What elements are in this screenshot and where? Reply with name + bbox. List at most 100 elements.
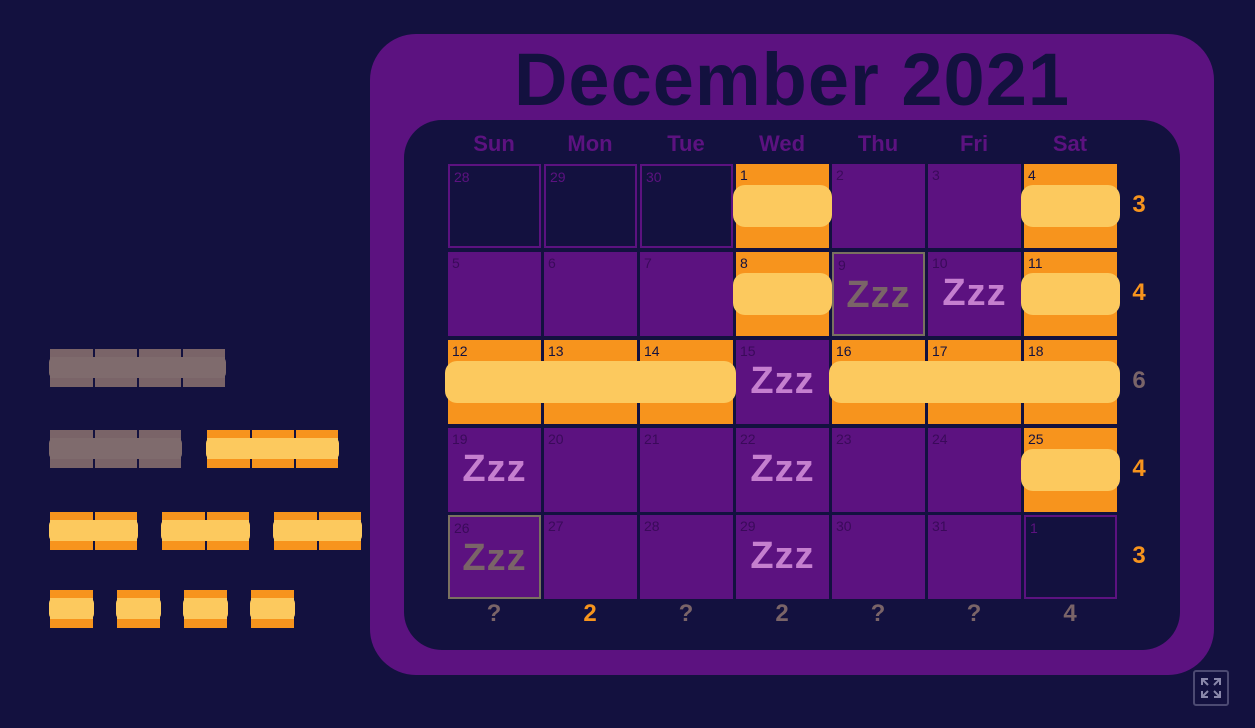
day-number: 24	[932, 431, 948, 447]
day-number: 25	[1028, 431, 1044, 447]
weekday-header-thu: Thu	[857, 131, 899, 156]
day-number: 20	[548, 431, 564, 447]
row-count: 3	[1132, 542, 1146, 569]
day-number: 21	[644, 431, 660, 447]
tray-piece[interactable]	[49, 349, 226, 387]
column-count: 2	[775, 600, 789, 627]
day-cell[interactable]: 22 Zzz	[736, 428, 829, 512]
column-count: ?	[486, 600, 502, 627]
day-cell[interactable]: 2	[832, 164, 925, 248]
day-number: 12	[452, 343, 468, 359]
column-count: 4	[1063, 600, 1077, 627]
day-cell[interactable]: 21	[640, 428, 733, 512]
placed-piece[interactable]	[733, 185, 832, 227]
piece-band	[49, 357, 226, 378]
tray-piece[interactable]	[116, 590, 161, 628]
day-cell[interactable]: 9 Zzz	[832, 252, 925, 336]
day-number: 6	[548, 255, 556, 271]
day-number: 3	[932, 167, 940, 183]
day-number: 29	[740, 518, 756, 534]
day-cell[interactable]: 24	[928, 428, 1021, 512]
tray-piece[interactable]	[250, 590, 295, 628]
day-cell[interactable]: 28	[448, 164, 541, 248]
row-count: 6	[1132, 367, 1146, 394]
day-cell[interactable]: 30	[832, 515, 925, 599]
day-cell[interactable]: 23	[832, 428, 925, 512]
placed-piece[interactable]	[1021, 273, 1120, 315]
placed-piece[interactable]	[733, 273, 832, 315]
day-number: 7	[644, 255, 652, 271]
tray-piece[interactable]	[161, 512, 250, 550]
day-number: 22	[740, 431, 756, 447]
day-cell[interactable]: 28	[640, 515, 733, 599]
day-cell[interactable]: 29 Zzz	[736, 515, 829, 599]
day-number: 8	[740, 255, 748, 271]
day-number: 23	[836, 431, 852, 447]
piece-tray	[0, 0, 370, 728]
day-number: 29	[550, 169, 566, 185]
tray-piece[interactable]	[49, 430, 182, 468]
day-number: 18	[1028, 343, 1044, 359]
weekday-header-sat: Sat	[1052, 131, 1088, 156]
day-number: 11	[1028, 255, 1043, 271]
piece-band	[116, 598, 161, 619]
piece-band	[161, 520, 250, 541]
day-cell[interactable]: 1	[1024, 515, 1117, 599]
day-cell[interactable]: 3	[928, 164, 1021, 248]
day-number: 13	[548, 343, 564, 359]
day-number: 15	[740, 343, 756, 359]
day-number: 1	[1030, 520, 1038, 536]
day-cell[interactable]: 29	[544, 164, 637, 248]
placed-piece[interactable]	[829, 361, 1120, 403]
day-cell[interactable]: 7	[640, 252, 733, 336]
tray-piece[interactable]	[273, 512, 362, 550]
weekday-header-mon: Mon	[567, 131, 613, 156]
piece-band	[49, 438, 182, 459]
day-cell[interactable]: 26 Zzz	[448, 515, 541, 599]
piece-band	[49, 520, 138, 541]
day-number: 19	[452, 431, 468, 447]
weekday-header-wed: Wed	[758, 131, 806, 156]
day-number: 27	[548, 518, 564, 534]
day-cell[interactable]: 19 Zzz	[448, 428, 541, 512]
day-number: 9	[838, 257, 846, 273]
placed-piece[interactable]	[445, 361, 736, 403]
sleep-marker: Zzz	[942, 272, 1007, 314]
placed-piece[interactable]	[1021, 185, 1120, 227]
tray-piece[interactable]	[49, 590, 94, 628]
day-cell[interactable]: 30	[640, 164, 733, 248]
day-cell[interactable]: 15 Zzz	[736, 340, 829, 424]
fullscreen-button[interactable]	[1193, 670, 1229, 706]
tray-piece[interactable]	[206, 430, 339, 468]
day-number: 30	[836, 518, 852, 534]
column-count: ?	[870, 600, 886, 627]
tray-piece[interactable]	[183, 590, 228, 628]
column-count: ?	[966, 600, 982, 627]
day-cell[interactable]: 10 Zzz	[928, 252, 1021, 336]
sleep-marker: Zzz	[750, 535, 815, 577]
piece-band	[206, 438, 339, 459]
piece-band	[49, 598, 94, 619]
weekday-header-tue: Tue	[667, 131, 705, 156]
placed-piece[interactable]	[1021, 449, 1120, 491]
piece-band	[250, 598, 295, 619]
weekday-header-sun: Sun	[473, 131, 515, 156]
tray-piece[interactable]	[49, 512, 138, 550]
column-count: ?	[678, 600, 694, 627]
sleep-marker: Zzz	[750, 448, 815, 490]
column-count: 2	[583, 600, 597, 627]
day-number: 30	[646, 169, 662, 185]
day-cell[interactable]: 27	[544, 515, 637, 599]
day-number: 2	[836, 167, 844, 183]
month-title: December 2021	[513, 38, 1071, 121]
day-number: 14	[644, 343, 660, 359]
day-number: 17	[932, 343, 948, 359]
day-cell[interactable]: 20	[544, 428, 637, 512]
day-number: 4	[1028, 167, 1036, 183]
row-count: 4	[1132, 279, 1146, 306]
day-number: 1	[740, 167, 748, 183]
day-cell[interactable]: 31	[928, 515, 1021, 599]
day-cell[interactable]: 6	[544, 252, 637, 336]
day-cell[interactable]: 5	[448, 252, 541, 336]
sleep-marker: Zzz	[462, 537, 527, 579]
